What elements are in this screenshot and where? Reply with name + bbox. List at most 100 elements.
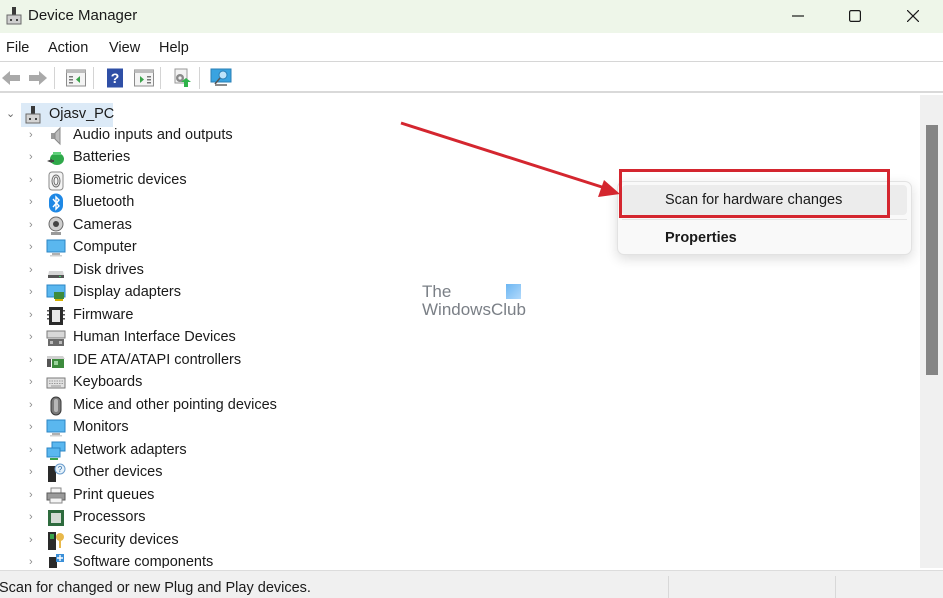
status-divider — [668, 576, 669, 598]
unknown-device-icon: ? — [48, 463, 66, 482]
back-arrow-icon — [2, 71, 20, 85]
close-button[interactable] — [890, 0, 936, 32]
back-button[interactable] — [0, 67, 22, 89]
tree-item-disk-drives[interactable]: › Disk drives — [0, 260, 600, 282]
tree-item-print-queues[interactable]: › Print queues — [0, 485, 600, 507]
status-text: Scan for changed or new Plug and Play de… — [0, 580, 311, 596]
chevron-right-icon[interactable]: › — [29, 331, 39, 345]
tree-item-other-devices[interactable]: › ? Other devices — [0, 462, 600, 484]
tree-item-processors[interactable]: › Processors — [0, 507, 600, 529]
help-button[interactable]: ? — [104, 67, 126, 89]
tree-item-audio[interactable]: › Audio inputs and outputs — [0, 125, 600, 147]
chevron-right-icon[interactable]: › — [29, 399, 39, 413]
disk-drive-icon — [48, 271, 64, 278]
tree-item-label: Display adapters — [73, 284, 181, 300]
tree-item-monitors[interactable]: › Monitors — [0, 417, 600, 439]
minimize-button[interactable] — [775, 0, 821, 32]
menu-separator — [622, 219, 907, 220]
tree-item-cameras[interactable]: › Cameras — [0, 215, 600, 237]
monitor-icon — [46, 419, 66, 437]
maximize-icon — [849, 10, 861, 22]
windows-logo-icon — [506, 284, 521, 299]
chevron-right-icon[interactable]: › — [29, 286, 39, 300]
menu-item-label: Properties — [665, 230, 737, 246]
tree-item-biometric[interactable]: › Biometric devices — [0, 170, 600, 192]
update-driver-button[interactable] — [171, 67, 193, 89]
svg-text:?: ? — [58, 465, 63, 474]
properties-menu-item[interactable]: Properties — [622, 223, 907, 253]
webcam-icon — [48, 216, 64, 235]
menu-file[interactable]: File — [6, 40, 29, 56]
fingerprint-icon — [48, 171, 64, 191]
show-hide-action-pane-button[interactable] — [133, 67, 155, 89]
chevron-right-icon[interactable]: › — [29, 354, 39, 368]
title-bar: Device Manager — [0, 0, 943, 33]
tree-item-label: Biometric devices — [73, 172, 187, 188]
tree-item-bluetooth[interactable]: › Bluetooth — [0, 192, 600, 214]
show-hide-console-tree-button[interactable] — [65, 67, 87, 89]
tree-item-hid[interactable]: › Human Interface Devices — [0, 327, 600, 349]
network-adapter-icon — [46, 441, 66, 460]
menu-action[interactable]: Action — [48, 40, 88, 56]
toolbar-separator — [93, 67, 94, 89]
chevron-down-icon[interactable]: ⌄ — [6, 107, 15, 120]
forward-button[interactable] — [27, 67, 49, 89]
scrollbar-thumb[interactable] — [926, 125, 938, 375]
status-bar: Scan for changed or new Plug and Play de… — [0, 570, 943, 598]
context-menu: Scan for hardware changes Properties — [617, 181, 912, 255]
tree-item-computer[interactable]: › Computer — [0, 237, 600, 259]
tree-item-mice[interactable]: › Mice and other pointing devices — [0, 395, 600, 417]
tree-item-label: Cameras — [73, 217, 132, 233]
tree-root-label: Ojasv_PC — [49, 106, 115, 122]
tree-item-label: IDE ATA/ATAPI controllers — [73, 352, 242, 368]
software-component-icon — [49, 554, 64, 568]
menu-help[interactable]: Help — [159, 40, 189, 56]
chevron-right-icon[interactable]: › — [29, 129, 39, 143]
monitor-icon — [46, 239, 66, 257]
device-tree: ⌄ Ojasv_PC › Audio inputs and outputs › … — [0, 95, 922, 568]
scan-hardware-monitor-icon — [210, 68, 232, 86]
chevron-right-icon[interactable]: › — [29, 376, 39, 390]
chevron-right-icon[interactable]: › — [29, 534, 39, 548]
vertical-scrollbar[interactable] — [920, 95, 943, 568]
chevron-right-icon[interactable]: › — [29, 309, 39, 323]
chevron-right-icon[interactable]: › — [29, 174, 39, 188]
tree-item-label: Processors — [73, 509, 146, 525]
tree-item-label: Mice and other pointing devices — [73, 397, 277, 413]
printer-icon — [46, 487, 66, 504]
tree-item-label: Firmware — [73, 307, 134, 323]
svg-text:?: ? — [111, 70, 120, 86]
menu-view[interactable]: View — [109, 40, 140, 56]
scan-hardware-button[interactable] — [210, 67, 232, 89]
maximize-button[interactable] — [832, 0, 878, 32]
tree-root-node[interactable]: ⌄ Ojasv_PC — [0, 103, 200, 127]
battery-icon — [47, 152, 64, 165]
tree-item-batteries[interactable]: › Batteries — [0, 147, 600, 169]
chevron-right-icon[interactable]: › — [29, 511, 39, 525]
chevron-right-icon[interactable]: › — [29, 466, 39, 480]
help-icon: ? — [107, 68, 123, 88]
chevron-right-icon[interactable]: › — [29, 151, 39, 165]
menu-item-label: Scan for hardware changes — [665, 192, 843, 208]
chevron-right-icon[interactable]: › — [29, 219, 39, 233]
toolbar-separator — [199, 67, 200, 89]
tree-item-network[interactable]: › Network adapters — [0, 440, 600, 462]
watermark-line1: The — [422, 282, 452, 301]
chevron-right-icon[interactable]: › — [29, 196, 39, 210]
tree-item-software-components[interactable]: › Software components — [0, 552, 600, 568]
toolbar-separator — [54, 67, 55, 89]
chevron-right-icon[interactable]: › — [29, 556, 39, 568]
chevron-right-icon[interactable]: › — [29, 241, 39, 255]
chevron-right-icon[interactable]: › — [29, 264, 39, 278]
mouse-icon — [50, 396, 62, 416]
tree-item-security-devices[interactable]: › Security devices — [0, 530, 600, 552]
chevron-right-icon[interactable]: › — [29, 489, 39, 503]
chevron-right-icon[interactable]: › — [29, 444, 39, 458]
status-divider — [835, 576, 836, 598]
scan-for-hardware-changes-menu-item[interactable]: Scan for hardware changes — [622, 185, 907, 215]
tree-item-keyboards[interactable]: › Keyboards — [0, 372, 600, 394]
tree-item-label: Bluetooth — [73, 194, 135, 210]
tree-item-ide[interactable]: › IDE ATA/ATAPI controllers — [0, 350, 600, 372]
chevron-right-icon[interactable]: › — [29, 421, 39, 435]
tree-item-label: Computer — [73, 239, 137, 255]
